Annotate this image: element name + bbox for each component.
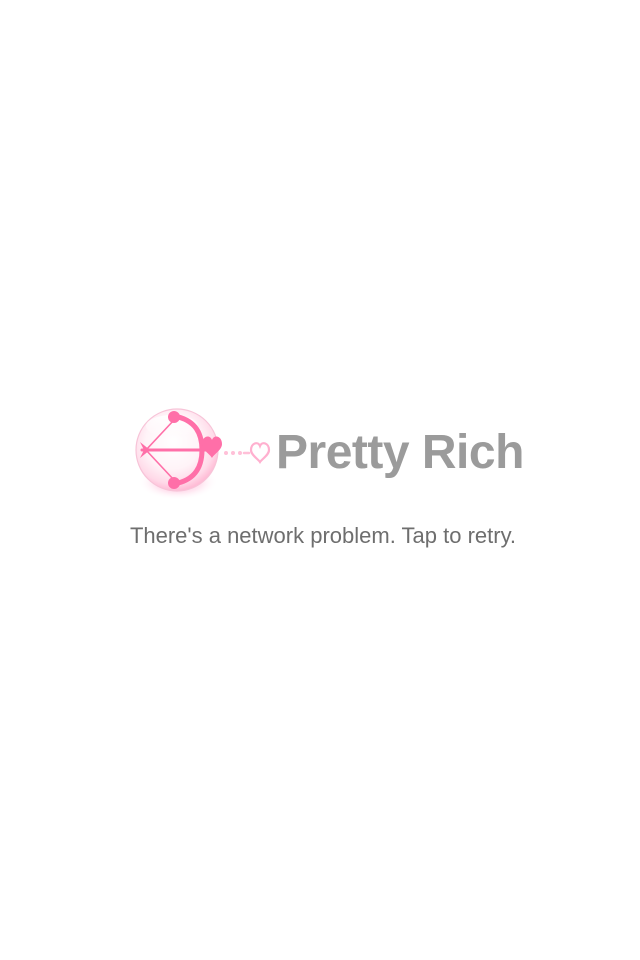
splash-screen[interactable]: Pretty Rich There's a network problem. T… — [0, 0, 640, 960]
app-title: Pretty Rich — [276, 426, 524, 479]
network-error-retry-message[interactable]: There's a network problem. Tap to retry. — [0, 522, 640, 550]
cupid-bow-arrow-icon — [135, 408, 222, 500]
heart-trail-icon — [224, 442, 271, 464]
app-logo: Pretty Rich — [130, 404, 540, 504]
